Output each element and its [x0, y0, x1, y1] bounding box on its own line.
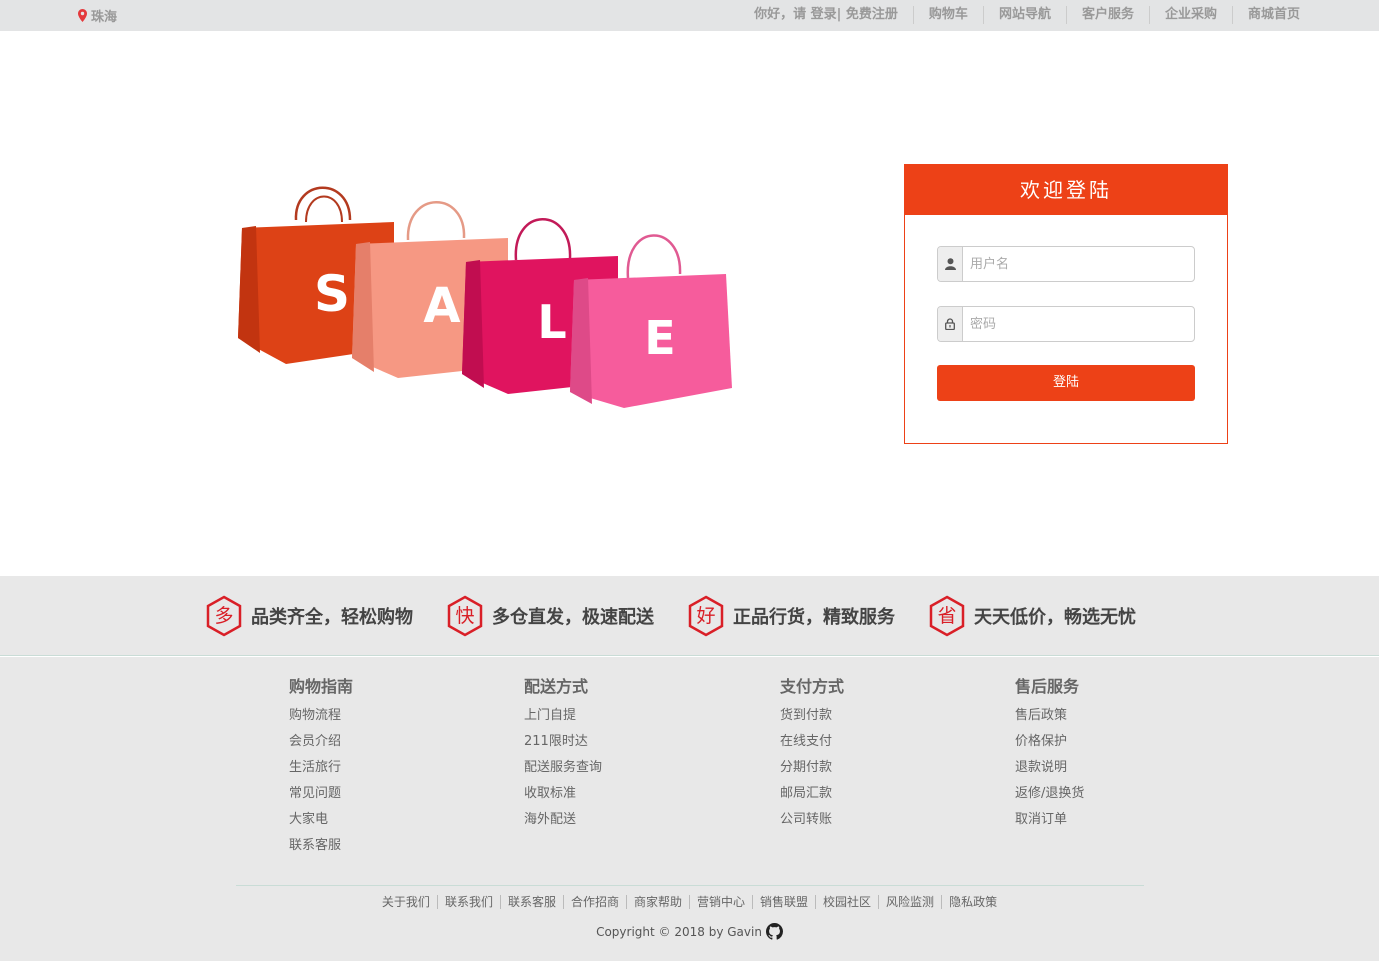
- login-panel: 欢迎登陆 登陆: [904, 164, 1228, 444]
- footer-link[interactable]: 会员介绍: [289, 729, 353, 755]
- feature-quality: 好 正品行货，精致服务: [687, 595, 895, 637]
- login-register-link[interactable]: 你好，请 登录| 免费注册: [754, 6, 913, 24]
- footer-col-shopping-guide: 购物指南 购物流程 会员介绍 生活旅行 常见问题 大家电 联系客服: [289, 673, 353, 859]
- sale-letter-l: L: [537, 295, 566, 349]
- bottom-link[interactable]: 校园社区: [815, 895, 879, 909]
- footer-link[interactable]: 在线支付: [780, 729, 844, 755]
- password-input[interactable]: [963, 307, 1194, 341]
- password-field[interactable]: [937, 306, 1195, 342]
- footer-link[interactable]: 211限时达: [524, 729, 602, 755]
- feature-price: 省 天天低价，畅选无忧: [928, 595, 1136, 637]
- feature-text: 品类齐全，轻松购物: [251, 607, 413, 628]
- location[interactable]: 珠海: [78, 6, 117, 25]
- bottom-link[interactable]: 联系客服: [499, 895, 563, 909]
- feature-icon-char: 多: [214, 605, 234, 627]
- feature-text: 正品行货，精致服务: [733, 607, 895, 628]
- bottom-link[interactable]: 风险监测: [878, 895, 942, 909]
- footer-link[interactable]: 货到付款: [780, 703, 844, 729]
- footer-link[interactable]: 取消订单: [1015, 807, 1084, 833]
- lock-icon: [938, 307, 963, 341]
- sale-letter-a: A: [423, 278, 460, 334]
- footer-link[interactable]: 配送服务查询: [524, 755, 602, 781]
- hexagon-icon: 省: [928, 595, 966, 637]
- footer-col-title: 配送方式: [524, 677, 589, 696]
- github-icon[interactable]: [765, 923, 783, 940]
- footer-link[interactable]: 分期付款: [780, 755, 844, 781]
- sale-bags-image: S A L E: [238, 186, 732, 408]
- nav-enterprise-purchase[interactable]: 企业采购: [1148, 6, 1232, 24]
- map-pin-icon: [78, 9, 87, 22]
- footer-col-title: 支付方式: [780, 677, 845, 696]
- footer-col-delivery: 配送方式 上门自提 211限时达 配送服务查询 收取标准 海外配送: [524, 673, 602, 833]
- footer-col-title: 购物指南: [289, 677, 354, 696]
- footer-col-after-sales: 售后服务 售后政策 价格保护 退款说明 返修/退换货 取消订单: [1015, 673, 1084, 833]
- bottom-link[interactable]: 营销中心: [689, 895, 753, 909]
- bottom-links: 关于我们 联系我们 联系客服 合作招商 商家帮助 营销中心 销售联盟 校园社区 风险监测 隐私政策: [0, 893, 1379, 910]
- footer-link[interactable]: 售后政策: [1015, 703, 1084, 729]
- footer-link[interactable]: 生活旅行: [289, 755, 353, 781]
- footer-link[interactable]: 退款说明: [1015, 755, 1084, 781]
- copyright: Copyright © 2018 by Gavin: [0, 923, 1379, 940]
- footer-divider: [236, 885, 1144, 886]
- login-button[interactable]: 登陆: [937, 365, 1195, 401]
- user-icon: [938, 247, 963, 281]
- bottom-link[interactable]: 销售联盟: [752, 895, 816, 909]
- footer-col-title: 售后服务: [1015, 677, 1080, 696]
- sale-letter-s: S: [314, 265, 350, 323]
- footer: 购物指南 购物流程 会员介绍 生活旅行 常见问题 大家电 联系客服 配送方式 上…: [0, 657, 1379, 961]
- feature-text: 多仓直发，极速配送: [492, 607, 654, 628]
- footer-col-payment: 支付方式 货到付款 在线支付 分期付款 邮局汇款 公司转账: [780, 673, 844, 833]
- top-bar: 珠海 你好，请 登录| 免费注册 购物车 网站导航 客户服务 企业采购 商城首页: [0, 0, 1379, 31]
- nav-cart[interactable]: 购物车: [912, 6, 983, 24]
- login-title: 欢迎登陆: [905, 165, 1227, 215]
- location-label: 珠海: [91, 10, 118, 25]
- hexagon-icon: 快: [446, 595, 484, 637]
- feature-fast: 快 多仓直发，极速配送: [446, 595, 654, 637]
- footer-link[interactable]: 上门自提: [524, 703, 602, 729]
- footer-link[interactable]: 公司转账: [780, 807, 844, 833]
- footer-link[interactable]: 收取标准: [524, 781, 602, 807]
- bottom-link[interactable]: 商家帮助: [625, 895, 689, 909]
- bottom-link[interactable]: 关于我们: [375, 895, 437, 909]
- hexagon-icon: 多: [205, 595, 243, 637]
- footer-link[interactable]: 价格保护: [1015, 729, 1084, 755]
- top-nav: 你好，请 登录| 免费注册 购物车 网站导航 客户服务 企业采购 商城首页: [754, 6, 1300, 24]
- footer-link[interactable]: 邮局汇款: [780, 781, 844, 807]
- hexagon-icon: 好: [687, 595, 725, 637]
- bottom-link[interactable]: 隐私政策: [941, 895, 1005, 909]
- footer-link[interactable]: 联系客服: [289, 833, 353, 859]
- bottom-link[interactable]: 合作招商: [562, 895, 626, 909]
- feature-icon-char: 好: [696, 605, 716, 627]
- footer-link[interactable]: 购物流程: [289, 703, 353, 729]
- username-input[interactable]: [963, 247, 1194, 281]
- nav-site-map[interactable]: 网站导航: [982, 6, 1066, 24]
- footer-link[interactable]: 返修/退换货: [1015, 781, 1084, 807]
- nav-customer-service[interactable]: 客户服务: [1065, 6, 1149, 24]
- copyright-text: Copyright © 2018 by Gavin: [596, 924, 762, 939]
- sale-letter-e: E: [644, 311, 675, 365]
- features-band: 多 品类齐全，轻松购物 快 多仓直发，极速配送 好 正品行货，精致服务 省 天天…: [0, 576, 1379, 656]
- nav-home[interactable]: 商城首页: [1231, 6, 1300, 24]
- bottom-link[interactable]: 联系我们: [436, 895, 500, 909]
- footer-link[interactable]: 海外配送: [524, 807, 602, 833]
- username-field[interactable]: [937, 246, 1195, 282]
- feature-text: 天天低价，畅选无忧: [974, 607, 1136, 628]
- feature-icon-char: 省: [937, 605, 957, 627]
- feature-icon-char: 快: [455, 605, 475, 627]
- footer-link[interactable]: 常见问题: [289, 781, 353, 807]
- footer-link[interactable]: 大家电: [289, 807, 353, 833]
- feature-variety: 多 品类齐全，轻松购物: [205, 595, 413, 637]
